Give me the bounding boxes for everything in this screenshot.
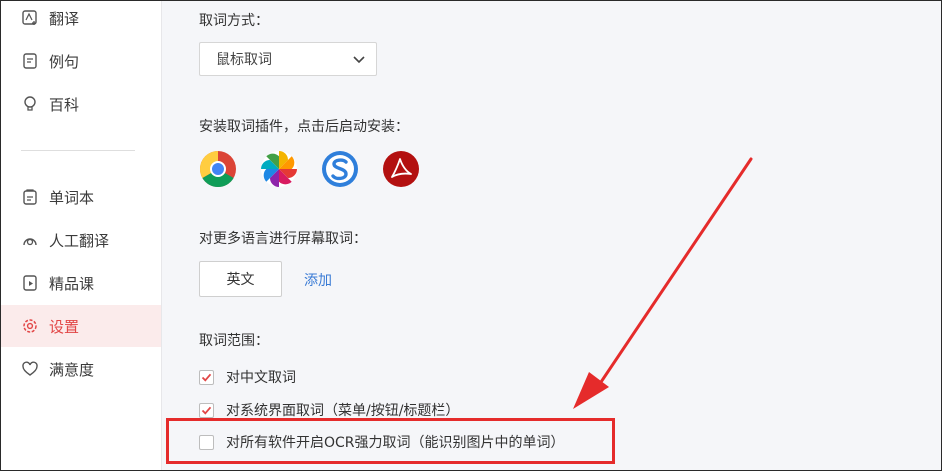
app-window: 翻译 例句 百科 单词本 人工翻译 精品课 设置 满意度 取词方式： 鼠标取词 … <box>0 0 942 471</box>
annotation-arrow <box>573 157 753 409</box>
